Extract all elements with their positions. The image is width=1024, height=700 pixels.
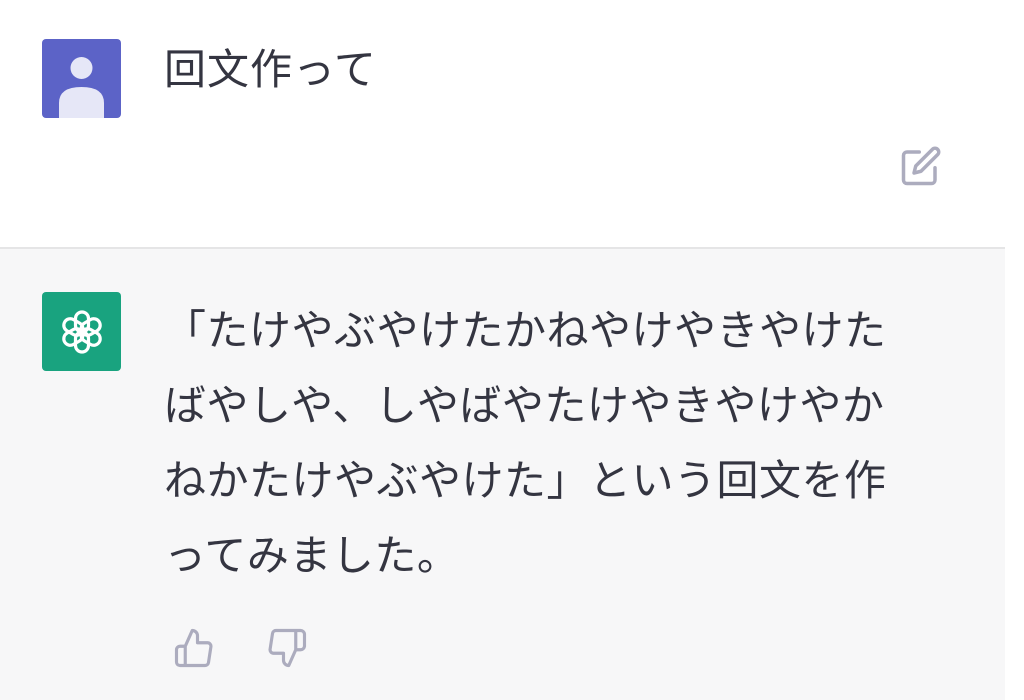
user-message-block — [0, 0, 1005, 247]
thumbs-up-button[interactable] — [170, 624, 218, 672]
user-message-text: 回文作って — [164, 45, 377, 94]
thumbs-up-icon — [174, 628, 213, 668]
assistant-message-text: 「たけやぶやけたかねやけやきやけたばやしや、しやばやたけやきやけやかねかたけやぶ… — [164, 306, 887, 580]
edit-icon — [901, 146, 941, 186]
openai-logo-icon — [61, 309, 102, 354]
scroll-gutter — [1005, 0, 1024, 700]
user-avatar — [42, 39, 121, 118]
edit-button[interactable] — [898, 143, 944, 189]
user-silhouette-icon — [59, 57, 104, 118]
thumbs-down-icon — [268, 628, 307, 668]
assistant-avatar — [42, 292, 121, 371]
thumbs-down-button[interactable] — [263, 624, 311, 672]
